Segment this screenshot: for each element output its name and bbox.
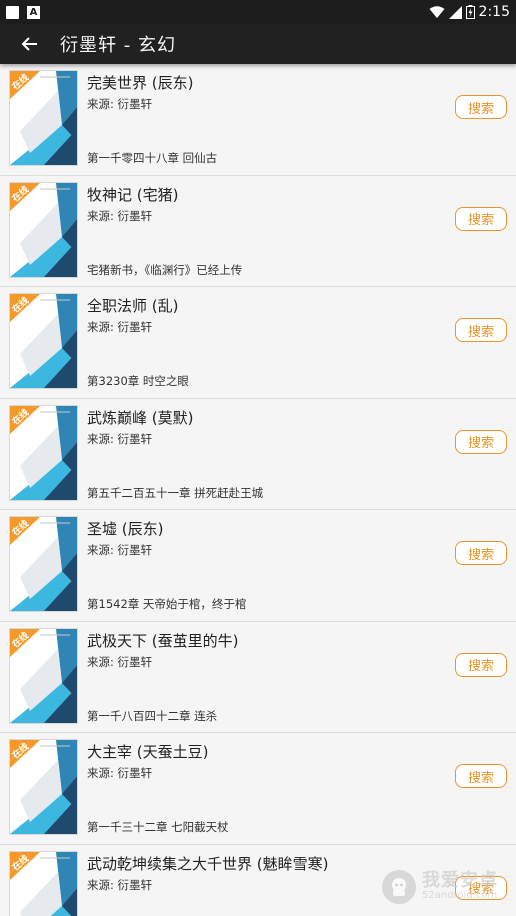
book-list-item[interactable]: 在线 圣墟 (辰东) 来源: 衍墨轩 第1542章 天帝始于棺，终于棺 搜索 (0, 510, 516, 622)
watermark-main-text: 我爱安卓 (422, 870, 498, 892)
watermark-sub-text: 52android.com (422, 890, 498, 902)
book-list-item[interactable]: 在线 武极天下 (蚕茧里的牛) 来源: 衍墨轩 第一千八百四十二章 连杀 搜索 (0, 621, 516, 733)
book-source: 来源: 衍墨轩 (87, 877, 153, 892)
search-button[interactable]: 搜索 (455, 429, 507, 454)
back-button[interactable] (0, 24, 60, 64)
app-bar: 衍墨轩 - 玄幻 (0, 24, 516, 64)
battery-icon (465, 5, 475, 19)
book-latest-chapter: 第一千八百四十二章 连杀 (87, 708, 218, 723)
book-source: 来源: 衍墨轩 (87, 766, 153, 780)
watermark-logo-icon (382, 870, 416, 904)
book-title: 武动乾坤续集之大千世界 (魅眸雪寒) (87, 854, 329, 873)
wifi-icon (429, 5, 445, 18)
book-list-item[interactable]: 在线 牧神记 (宅猪) 来源: 衍墨轩 宅猪新书，《临渊行》已经上传 搜索 (0, 175, 516, 287)
book-cover-image[interactable]: 在线 (9, 516, 78, 612)
book-cover-image[interactable]: 在线 (9, 404, 78, 501)
book-latest-chapter: 第一千三十二章 七阳截天杖 (87, 820, 229, 834)
book-list-item[interactable]: 在线 完美世界 (辰东) 来源: 衍墨轩 第一千零四十八章 回仙古 搜索 (0, 64, 516, 176)
arrow-left-icon (21, 37, 37, 51)
book-title: 牧神记 (宅猪) (87, 185, 179, 204)
book-list-item[interactable]: 在线 武炼巅峰 (莫默) 来源: 衍墨轩 第五千二百五十一章 拼死赶赴王城 搜索 (0, 398, 516, 510)
book-source: 来源: 衍墨轩 (87, 97, 153, 111)
book-title: 完美世界 (辰东) (87, 74, 194, 92)
book-list[interactable]: 在线 完美世界 (辰东) 来源: 衍墨轩 第一千零四十八章 回仙古 搜索 在线 … (0, 64, 516, 916)
book-cover-image[interactable]: 在线 (9, 739, 78, 835)
search-button[interactable]: 搜索 (455, 652, 507, 677)
book-title: 武炼巅峰 (莫默) (87, 408, 194, 427)
book-latest-chapter: 第一千零四十八章 回仙古 (87, 151, 218, 165)
notification-square-icon (6, 5, 19, 19)
book-list-item[interactable]: 在线 全职法师 (乱) 来源: 衍墨轩 第3230章 时空之眼 搜索 (0, 287, 516, 399)
book-cover-image[interactable]: 在线 (9, 181, 78, 278)
book-source: 来源: 衍墨轩 (87, 320, 153, 334)
a-notification-icon: A (27, 5, 40, 19)
book-cover-image[interactable]: 在线 (9, 293, 78, 389)
signal-icon (448, 5, 462, 19)
book-cover-image[interactable]: 在线 (9, 850, 78, 916)
book-cover-image[interactable]: 在线 (9, 627, 78, 724)
book-latest-chapter: 第五千二百五十一章 拼死赶赴王城 (87, 485, 264, 500)
book-latest-chapter: 第3230章 时空之眼 (87, 374, 189, 388)
book-latest-chapter: 第1542章 天帝始于棺，终于棺 (87, 597, 247, 611)
search-button[interactable]: 搜索 (455, 206, 507, 231)
book-source: 来源: 衍墨轩 (87, 431, 153, 446)
book-cover-image[interactable]: 在线 (9, 70, 78, 166)
book-source: 来源: 衍墨轩 (87, 208, 153, 223)
watermark: 我爱安卓 52android.com (382, 870, 498, 904)
search-button[interactable]: 搜索 (455, 318, 507, 342)
book-latest-chapter: 宅猪新书，《临渊行》已经上传 (87, 262, 243, 277)
status-bar: A 2:15 (0, 0, 516, 24)
search-button[interactable]: 搜索 (455, 95, 507, 119)
book-source: 来源: 衍墨轩 (87, 654, 153, 669)
book-title: 武极天下 (蚕茧里的牛) (87, 631, 239, 650)
book-source: 来源: 衍墨轩 (87, 543, 153, 557)
search-button[interactable]: 搜索 (455, 541, 507, 565)
book-title: 大主宰 (天蚕土豆) (87, 743, 209, 761)
page-title: 衍墨轩 - 玄幻 (60, 35, 176, 56)
search-button[interactable]: 搜索 (455, 764, 507, 788)
book-list-item[interactable]: 在线 大主宰 (天蚕土豆) 来源: 衍墨轩 第一千三十二章 七阳截天杖 搜索 (0, 733, 516, 845)
book-title: 全职法师 (乱) (87, 297, 179, 315)
status-time: 2:15 (478, 4, 510, 20)
book-title: 圣墟 (辰东) (87, 520, 164, 538)
